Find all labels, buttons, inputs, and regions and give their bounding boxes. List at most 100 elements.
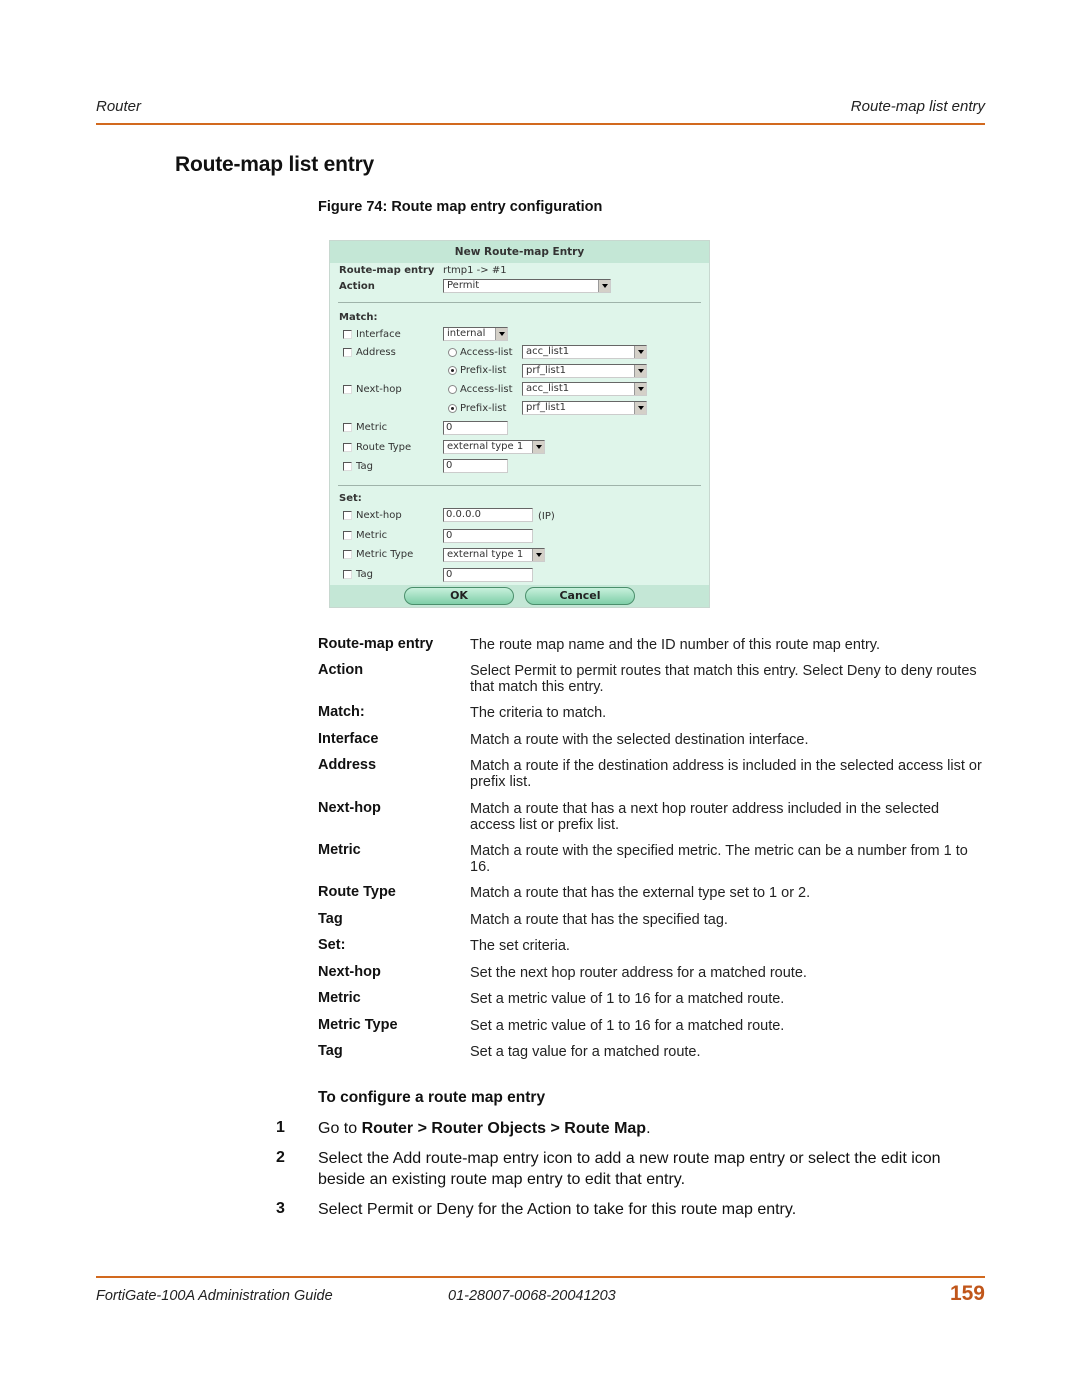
match-metric-input[interactable]: 0 [443,421,508,435]
route-map-entry-label: Route-map entry [339,265,435,276]
set-heading: Set: [339,493,362,504]
definition-desc: Set the next hop router address for a ma… [470,965,807,981]
match-next-hop-access-radio[interactable] [448,385,457,394]
procedure-title: To configure a route map entry [318,1089,546,1106]
definition-term: Address [318,757,377,773]
definition-desc: The criteria to match. [470,705,607,721]
step-text: Go to Router > Router Objects > Route Ma… [318,1118,988,1139]
definition-term: Set: [318,937,346,953]
set-metric-checkbox[interactable] [343,531,352,540]
match-route-type-select[interactable]: external type 1 [443,440,545,454]
step-text: Select the Add route-map entry icon to a… [318,1150,941,1188]
match-interface-label: Interface [356,329,401,340]
match-next-hop-prefix-radio[interactable] [448,404,457,413]
action-label: Action [339,281,375,292]
match-tag-label: Tag [356,461,373,472]
definition-desc: Select Permit to permit routes that matc… [470,663,977,695]
match-next-hop-access-select[interactable]: acc_list1 [522,382,647,396]
route-map-entry-value: rtmp1 -> #1 [443,265,507,276]
figure-caption: Figure 74: Route map entry configuration [318,199,603,215]
definition-term: Tag [318,911,343,927]
set-metric-type-label: Metric Type [356,549,414,560]
definition-desc: Match a route with the specified metric.… [470,843,968,875]
action-select-value: Permit [447,280,480,291]
match-next-hop-prefix-select[interactable]: prf_list1 [522,401,647,415]
chevron-down-icon[interactable] [634,402,646,414]
footer-rule [96,1276,985,1278]
match-next-hop-access-value: acc_list1 [526,383,570,394]
definition-desc: Match a route that has the specified tag… [470,912,728,928]
match-tag-input[interactable]: 0 [443,459,508,473]
chevron-down-icon[interactable] [634,365,646,377]
definition-term: Metric [318,990,361,1006]
footer-doc-id: 01-28007-0068-20041203 [448,1288,616,1304]
divider [338,485,701,486]
definition-term: Route-map entry [318,636,434,652]
match-address-access-value: acc_list1 [526,346,570,357]
match-metric-checkbox[interactable] [343,423,352,432]
chevron-down-icon[interactable] [634,383,646,395]
divider [338,302,701,303]
match-next-hop-prefix-value: prf_list1 [526,402,567,413]
chevron-down-icon[interactable] [495,328,507,340]
match-next-hop-label: Next-hop [356,384,402,395]
match-tag-checkbox[interactable] [343,462,352,471]
definition-term: Action [318,662,364,678]
match-address-label: Address [356,347,396,358]
ok-button[interactable]: OK [404,587,514,605]
match-interface-checkbox[interactable] [343,330,352,339]
step-number: 1 [276,1119,285,1136]
chevron-down-icon[interactable] [532,549,544,561]
form-footer [330,585,709,607]
match-address-access-label: Access-list [460,347,513,358]
definition-desc: The set criteria. [470,938,570,954]
header-rule [96,123,985,125]
definition-desc: Set a metric value of 1 to 16 for a matc… [470,1018,785,1034]
running-header-section: Router [96,98,142,115]
match-interface-select[interactable]: internal [443,327,508,341]
match-address-access-select[interactable]: acc_list1 [522,345,647,359]
match-address-prefix-label: Prefix-list [460,365,507,376]
set-next-hop-checkbox[interactable] [343,511,352,520]
definition-desc: Match a route that has the external type… [470,885,811,901]
match-address-prefix-select[interactable]: prf_list1 [522,364,647,378]
page-title: Route-map list entry [175,153,375,176]
set-tag-checkbox[interactable] [343,570,352,579]
menu-path: Router > Router Objects > Route Map [361,1120,647,1137]
match-route-type-checkbox[interactable] [343,443,352,452]
set-next-hop-input[interactable]: 0.0.0.0 [443,508,533,522]
set-metric-type-select[interactable]: external type 1 [443,548,545,562]
match-route-type-label: Route Type [356,442,412,453]
match-heading: Match: [339,312,378,323]
match-address-access-radio[interactable] [448,348,457,357]
match-address-checkbox[interactable] [343,348,352,357]
match-next-hop-access-label: Access-list [460,384,513,395]
definition-desc: Match a route with the selected destinat… [470,732,809,748]
route-map-entry-form: New Route-map Entry Route-map entry rtmp… [329,240,710,608]
definition-desc: Set a metric value of 1 to 16 for a matc… [470,991,785,1007]
definition-term: Metric Type [318,1017,398,1033]
definition-desc: The route map name and the ID number of … [470,637,880,653]
match-address-prefix-radio[interactable] [448,366,457,375]
definition-term: Next-hop [318,800,381,816]
set-next-hop-suffix: (IP) [538,511,555,522]
definition-term: Tag [318,1043,343,1059]
match-next-hop-checkbox[interactable] [343,385,352,394]
match-route-type-value: external type 1 [447,441,524,452]
definition-term: Match: [318,704,365,720]
set-metric-label: Metric [356,530,388,541]
step-text: Select Permit or Deny for the Action to … [318,1201,797,1218]
chevron-down-icon[interactable] [598,280,610,292]
set-metric-input[interactable]: 0 [443,529,533,543]
step-text-suffix: . [646,1120,651,1137]
definition-term: Route Type [318,884,396,900]
cancel-button[interactable]: Cancel [525,587,635,605]
match-interface-value: internal [447,328,486,339]
set-tag-input[interactable]: 0 [443,568,533,582]
chevron-down-icon[interactable] [634,346,646,358]
definition-desc: Match a route that has a next hop router… [470,801,940,833]
action-select[interactable]: Permit [443,279,611,293]
chevron-down-icon[interactable] [532,441,544,453]
set-metric-type-value: external type 1 [447,549,524,560]
set-metric-type-checkbox[interactable] [343,550,352,559]
